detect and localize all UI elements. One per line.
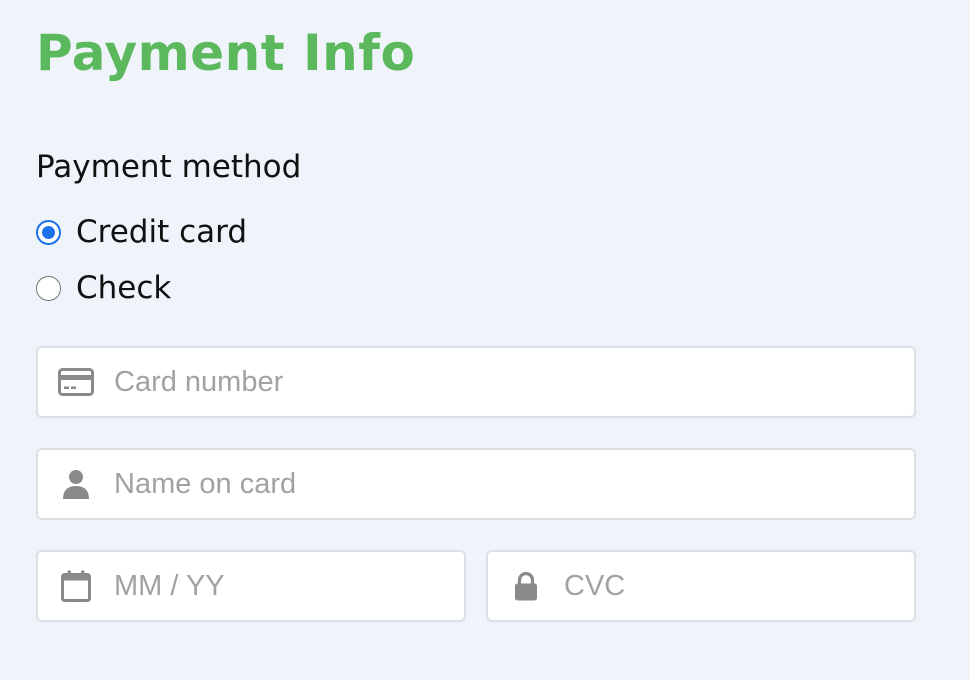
name-on-card-input[interactable] bbox=[114, 464, 900, 504]
payment-option-credit-card[interactable]: Credit card bbox=[36, 213, 247, 251]
user-icon bbox=[58, 466, 94, 502]
expiry-field[interactable] bbox=[36, 550, 466, 622]
expiry-input[interactable] bbox=[114, 566, 450, 606]
check-label: Check bbox=[76, 270, 172, 306]
payment-method-label: Payment method bbox=[36, 149, 302, 185]
cvc-input[interactable] bbox=[564, 566, 900, 606]
credit-card-label: Credit card bbox=[76, 214, 247, 250]
check-radio[interactable] bbox=[36, 275, 61, 301]
cvc-field[interactable] bbox=[486, 550, 916, 622]
calendar-icon bbox=[58, 568, 94, 604]
payment-option-check[interactable]: Check bbox=[36, 269, 171, 307]
credit-card-radio[interactable] bbox=[36, 219, 61, 245]
name-on-card-field[interactable] bbox=[36, 448, 916, 520]
page-title: Payment Info bbox=[36, 24, 416, 82]
credit-card-icon bbox=[58, 364, 94, 400]
card-number-input[interactable] bbox=[114, 362, 900, 402]
card-number-field[interactable] bbox=[36, 346, 916, 418]
lock-icon bbox=[508, 568, 544, 604]
